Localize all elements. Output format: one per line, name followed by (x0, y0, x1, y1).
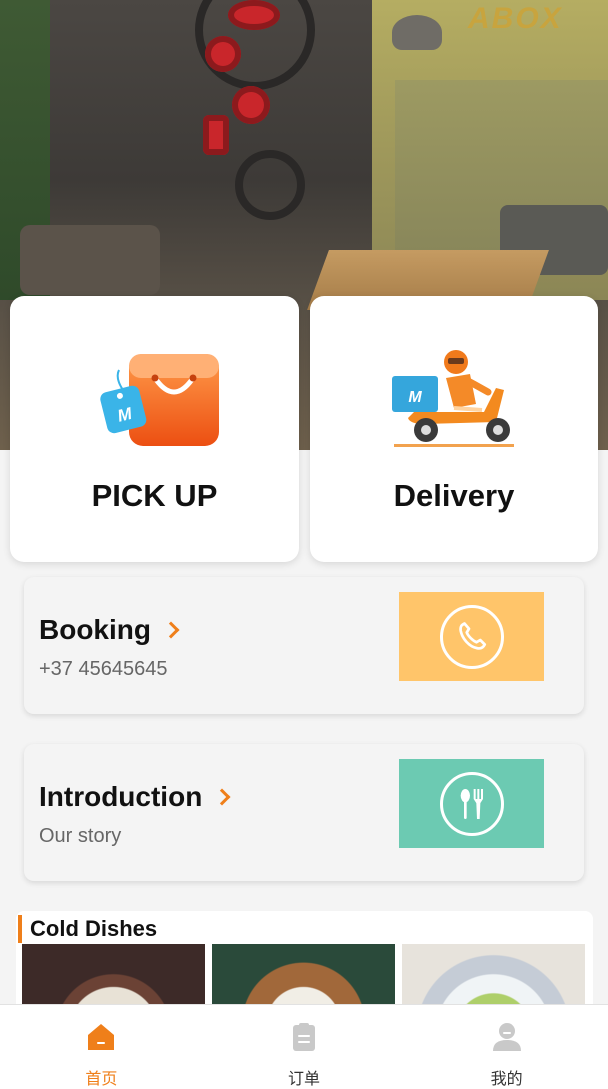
svg-text:M: M (408, 389, 422, 406)
introduction-subtitle: Our story (39, 825, 122, 847)
pendant-lamp (392, 15, 442, 50)
utensils-icon (439, 771, 504, 836)
introduction-title: Introduction (39, 781, 203, 812)
wall-decor (232, 86, 270, 124)
wall-decor (235, 150, 305, 220)
pickup-card[interactable]: M PICK UP (10, 296, 299, 562)
scooter-icon: M (384, 348, 524, 452)
pickup-label: PICK UP (91, 478, 218, 513)
wall-decor (203, 115, 229, 155)
nav-label-profile: 我的 (490, 1069, 523, 1088)
nav-item-orders[interactable]: 订单 (203, 1005, 406, 1089)
booking-title: Booking (39, 614, 151, 645)
introduction-card[interactable]: Introduction Our story (24, 744, 584, 881)
shopping-bag-icon: M (85, 348, 225, 452)
restaurant-sign: ABOX (468, 2, 563, 35)
delivery-label: Delivery (393, 478, 515, 513)
booking-phone: +37 45645645 (39, 658, 168, 680)
section-accent-bar (18, 915, 22, 943)
nav-item-home[interactable]: 首页 (0, 1005, 203, 1089)
chevron-right-icon (213, 788, 231, 806)
nav-label-home: 首页 (85, 1069, 118, 1088)
booking-title-line: Booking (39, 614, 180, 646)
booking-card[interactable]: Booking +37 45645645 (24, 577, 584, 714)
home-icon (85, 1021, 117, 1053)
chevron-right-icon (162, 621, 180, 639)
sofa (20, 225, 160, 295)
wall-decor (228, 0, 280, 30)
utensils-tile[interactable] (399, 759, 544, 848)
wall-decor (205, 36, 241, 72)
introduction-title-line: Introduction (39, 781, 231, 813)
section-title: Cold Dishes (30, 916, 158, 941)
orders-icon (288, 1021, 320, 1053)
section-header: Cold Dishes (18, 915, 157, 943)
delivery-card[interactable]: M Delivery (310, 296, 598, 562)
nav-item-profile[interactable]: 我的 (405, 1005, 608, 1089)
phone-icon (439, 604, 504, 669)
nav-label-orders: 订单 (288, 1069, 321, 1088)
bottom-nav: 首页 订单 我的 (0, 1004, 608, 1089)
profile-icon (491, 1021, 523, 1053)
phone-tile[interactable] (399, 592, 544, 681)
